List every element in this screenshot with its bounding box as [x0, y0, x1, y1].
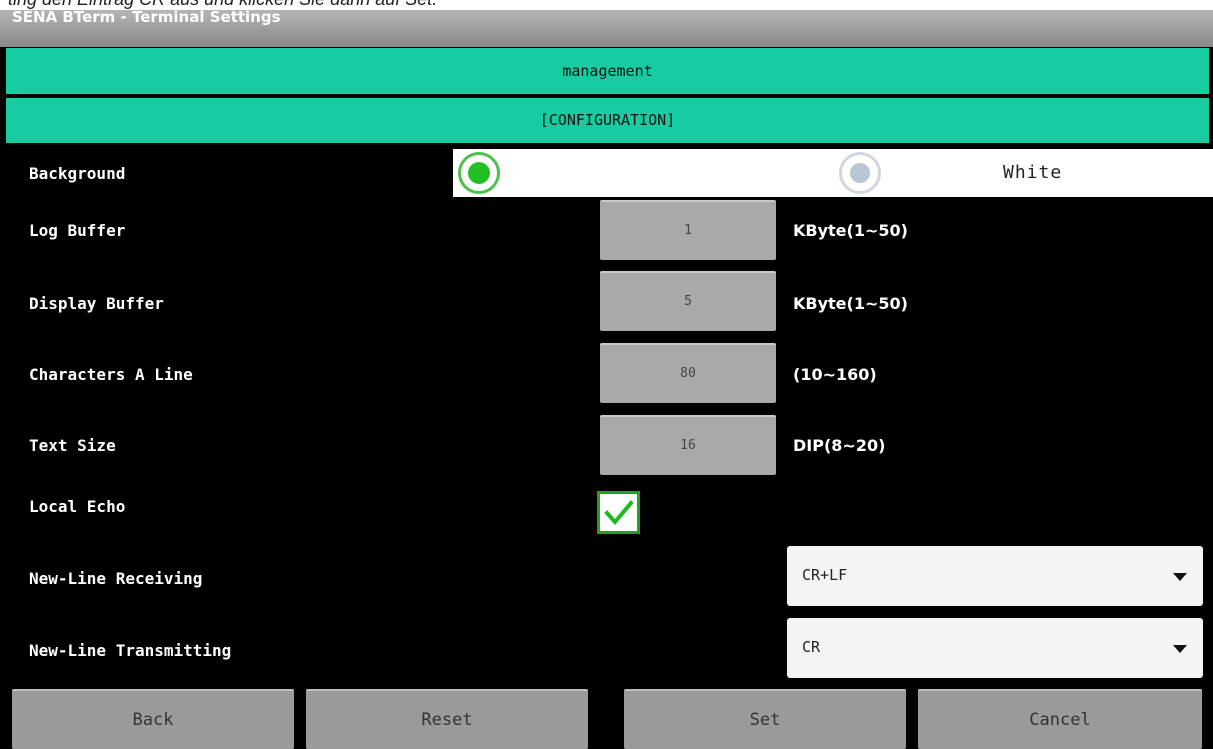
log-buffer-input[interactable]: 1	[600, 200, 776, 260]
dropdown-arrow-icon	[1173, 645, 1187, 653]
back-button[interactable]: Back	[12, 689, 294, 749]
newline-receiving-value: CR+LF	[802, 566, 848, 584]
local-echo-label: Local Echo	[29, 497, 126, 516]
log-buffer-label: Log Buffer	[29, 221, 126, 240]
reset-button[interactable]: Reset	[306, 689, 588, 749]
newline-receiving-select[interactable]: CR+LF	[787, 546, 1203, 606]
set-button[interactable]: Set	[624, 689, 906, 749]
newline-transmitting-select[interactable]: CR	[787, 618, 1203, 678]
text-size-unit: DIP(8~20)	[793, 436, 886, 455]
newline-transmitting-label: New-Line Transmitting	[29, 641, 232, 660]
display-buffer-label: Display Buffer	[29, 294, 164, 313]
window-titlebar: SENA BTerm - Terminal Settings	[0, 8, 1213, 47]
background-radio-selected[interactable]	[458, 152, 500, 194]
chars-a-line-label: Characters A Line	[29, 365, 193, 384]
cancel-button[interactable]: Cancel	[918, 689, 1202, 749]
background-white-label: White	[1003, 162, 1063, 183]
newline-receiving-label: New-Line Receiving	[29, 569, 203, 588]
background-label: Background	[29, 164, 126, 183]
background-radio-group: White	[453, 149, 1213, 197]
checkmark-icon	[604, 500, 634, 526]
management-header: management	[6, 48, 1209, 94]
window-title: SENA BTerm - Terminal Settings	[12, 8, 281, 26]
configuration-header: [CONFIGURATION]	[6, 98, 1209, 143]
text-size-input[interactable]: 16	[600, 415, 776, 475]
text-size-label: Text Size	[29, 436, 116, 455]
local-echo-checkbox[interactable]	[597, 491, 640, 534]
display-buffer-unit: KByte(1~50)	[793, 294, 908, 313]
log-buffer-unit: KByte(1~50)	[793, 221, 908, 240]
display-buffer-input[interactable]: 5	[600, 271, 776, 331]
dropdown-arrow-icon	[1173, 573, 1187, 581]
background-radio-white[interactable]	[839, 152, 881, 194]
chars-a-line-input[interactable]: 80	[600, 343, 776, 403]
chars-a-line-unit: (10~160)	[793, 365, 877, 384]
newline-transmitting-value: CR	[802, 638, 821, 656]
